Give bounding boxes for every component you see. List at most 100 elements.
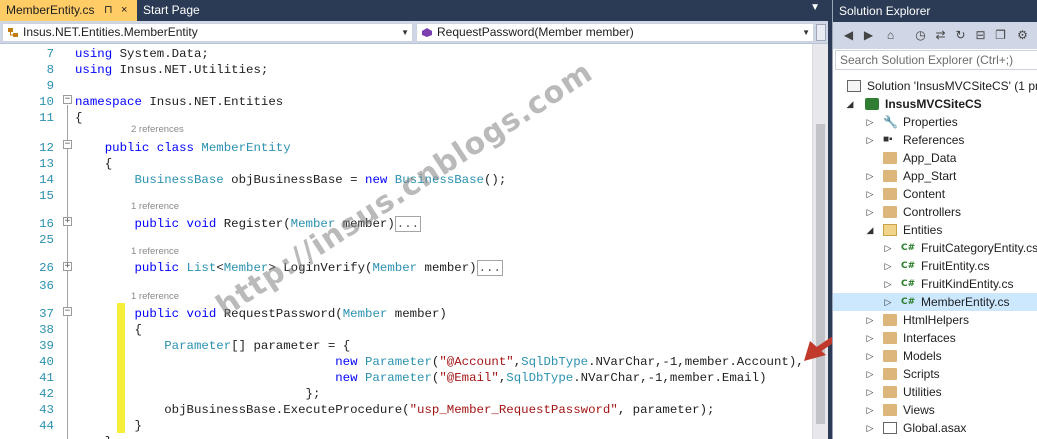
tree-node[interactable]: ▷ Content bbox=[833, 185, 1037, 203]
properties-icon[interactable]: ⚙ bbox=[1015, 28, 1030, 43]
show-all-files-icon[interactable]: ❐ bbox=[993, 28, 1008, 43]
expanded-arrow-icon[interactable]: ◢ bbox=[845, 95, 855, 113]
collapsed-arrow-icon[interactable]: ▷ bbox=[865, 311, 875, 329]
collapsed-arrow-icon[interactable]: ▷ bbox=[865, 131, 875, 149]
refresh-icon[interactable]: ↻ bbox=[953, 28, 968, 43]
scrollbar-thumb[interactable] bbox=[816, 124, 825, 424]
codelens-references[interactable]: 1 reference bbox=[131, 201, 179, 213]
collapsed-arrow-icon[interactable]: ▷ bbox=[865, 419, 875, 437]
solution-explorer-title: Solution Explorer bbox=[833, 0, 1037, 22]
collapsed-arrow-icon[interactable]: ▷ bbox=[865, 329, 875, 347]
collapsed-arrow-icon[interactable]: ▷ bbox=[883, 239, 893, 257]
tree-node[interactable]: ▷ ■▪ References bbox=[833, 131, 1037, 149]
tree-node[interactable]: ▷ C# FruitKindEntity.cs bbox=[833, 275, 1037, 293]
tree-node-project[interactable]: ◢ InsusMVCSiteCS bbox=[833, 95, 1037, 113]
tree-node-solution[interactable]: Solution 'InsusMVCSiteCS' (1 pro bbox=[833, 77, 1037, 95]
collapsed-arrow-icon[interactable]: ▷ bbox=[865, 383, 875, 401]
code-line[interactable]: 25 bbox=[0, 232, 812, 248]
tree-node[interactable]: ▷ C# FruitCategoryEntity.cs bbox=[833, 239, 1037, 257]
code-line[interactable]: 9 bbox=[0, 78, 812, 94]
collapse-class-icon[interactable]: − bbox=[63, 140, 72, 149]
expand-register-icon[interactable]: + bbox=[63, 217, 72, 226]
collapsed-arrow-icon[interactable]: ▷ bbox=[865, 167, 875, 185]
codelens-references[interactable]: 1 reference bbox=[131, 291, 179, 303]
code-line[interactable]: 13 { bbox=[0, 156, 812, 172]
code-line[interactable]: 11 { bbox=[0, 110, 812, 126]
tree-node[interactable]: ▷ Global.asax bbox=[833, 419, 1037, 437]
code-token: }; bbox=[75, 387, 321, 401]
collapsed-arrow-icon[interactable]: ▷ bbox=[865, 113, 875, 131]
close-icon[interactable]: × bbox=[121, 0, 127, 21]
codelens-references[interactable]: 1 reference bbox=[131, 246, 179, 258]
expanded-arrow-icon[interactable]: ◢ bbox=[865, 221, 875, 239]
collapsed-region[interactable]: ... bbox=[394, 216, 422, 232]
pin-icon[interactable]: ⊓ bbox=[104, 0, 113, 21]
collapsed-arrow-icon[interactable]: ▷ bbox=[865, 185, 875, 203]
folder-open-icon bbox=[883, 224, 897, 236]
editor-vertical-scrollbar[interactable] bbox=[812, 44, 828, 439]
tree-node[interactable]: ▷ Interfaces bbox=[833, 329, 1037, 347]
code-line[interactable]: 8 using Insus.NET.Utilities; bbox=[0, 62, 812, 78]
code-token: < bbox=[216, 261, 224, 275]
member-dropdown[interactable]: RequestPassword(Member member) ▼ bbox=[416, 23, 814, 42]
tree-node[interactable]: ◢ Entities bbox=[833, 221, 1037, 239]
tree-node-label: Models bbox=[903, 349, 942, 363]
code-line[interactable]: 26 public List<Member> LoginVerify(Membe… bbox=[0, 260, 812, 276]
tree-node-label: Utilities bbox=[903, 385, 942, 399]
tree-node[interactable]: ▷ Views bbox=[833, 401, 1037, 419]
collapsed-arrow-icon[interactable]: ▷ bbox=[883, 257, 893, 275]
code-line[interactable]: 14 BusinessBase objBusinessBase = new Bu… bbox=[0, 172, 812, 188]
tree-node[interactable]: ▷ Models bbox=[833, 347, 1037, 365]
tree-node[interactable]: ▷ Utilities bbox=[833, 383, 1037, 401]
tree-node[interactable]: ▷ HtmlHelpers bbox=[833, 311, 1037, 329]
tab-member-entity[interactable]: MemberEntity.cs ⊓ × bbox=[0, 0, 137, 21]
code-editor[interactable]: 7 using System.Data; 8 using Insus.NET.Util… bbox=[0, 44, 812, 439]
code-line[interactable]: } bbox=[0, 434, 812, 439]
collapsed-arrow-icon[interactable]: ▷ bbox=[883, 275, 893, 293]
collapse-all-icon[interactable]: ⊟ bbox=[973, 28, 988, 43]
collapse-namespace-icon[interactable]: − bbox=[63, 95, 72, 104]
tree-node[interactable]: ▷ App_Start bbox=[833, 167, 1037, 185]
expand-loginverify-icon[interactable]: + bbox=[63, 262, 72, 271]
collapsed-region[interactable]: ... bbox=[476, 260, 503, 276]
collapsed-arrow-icon[interactable]: ▷ bbox=[865, 365, 875, 383]
collapse-requestpassword-icon[interactable]: − bbox=[63, 307, 72, 316]
tree-node[interactable]: App_Data bbox=[833, 149, 1037, 167]
tab-start-page[interactable]: Start Page bbox=[137, 0, 227, 21]
code-text: } bbox=[75, 418, 141, 434]
code-token: public class bbox=[104, 141, 194, 155]
collapsed-arrow-icon[interactable]: ▷ bbox=[865, 347, 875, 365]
collapsed-arrow-icon[interactable]: ▷ bbox=[865, 401, 875, 419]
code-line[interactable]: 15 bbox=[0, 188, 812, 204]
folder-icon bbox=[883, 206, 897, 218]
split-window-button[interactable] bbox=[816, 24, 826, 41]
code-line[interactable]: 16 public void Register(Member member)..… bbox=[0, 216, 812, 232]
line-number: 36 bbox=[39, 279, 54, 293]
home-icon[interactable]: ⌂ bbox=[883, 28, 898, 43]
code-line[interactable]: 12 public class MemberEntity bbox=[0, 140, 812, 156]
tree-node[interactable]: ▷ Controllers bbox=[833, 203, 1037, 221]
tree-node[interactable]: ▷ 🔧 Properties bbox=[833, 113, 1037, 131]
code-line[interactable]: 36 bbox=[0, 278, 812, 294]
asax-file-icon bbox=[883, 422, 897, 434]
sync-icon[interactable]: ⇄ bbox=[933, 28, 948, 43]
history-icon[interactable]: ◷ bbox=[913, 28, 928, 43]
navigation-bar: Insus.NET.Entities.MemberEntity ▼ Reques… bbox=[0, 21, 828, 44]
codelens-references[interactable]: 2 references bbox=[131, 124, 184, 136]
tree-node[interactable]: ▷ C# MemberEntity.cs bbox=[833, 293, 1037, 311]
tree-node[interactable]: ▷ Scripts bbox=[833, 365, 1037, 383]
collapsed-arrow-icon[interactable]: ▷ bbox=[883, 293, 893, 311]
forward-icon[interactable]: ▶ bbox=[861, 28, 876, 43]
line-number: 40 bbox=[39, 355, 54, 369]
code-line[interactable]: 10 namespace Insus.NET.Entities bbox=[0, 94, 812, 110]
line-number: 12 bbox=[39, 141, 54, 155]
web-project-icon bbox=[865, 98, 879, 110]
tree-node[interactable]: ▷ C# FruitEntity.cs bbox=[833, 257, 1037, 275]
type-dropdown[interactable]: Insus.NET.Entities.MemberEntity ▼ bbox=[2, 23, 413, 42]
back-icon[interactable]: ◀ bbox=[841, 28, 856, 43]
code-line[interactable]: 7 using System.Data; bbox=[0, 46, 812, 62]
collapsed-arrow-icon[interactable]: ▷ bbox=[865, 203, 875, 221]
tab-overflow-icon[interactable]: ▼ bbox=[810, 2, 820, 13]
solution-search-input[interactable]: Search Solution Explorer (Ctrl+;) bbox=[835, 50, 1037, 70]
